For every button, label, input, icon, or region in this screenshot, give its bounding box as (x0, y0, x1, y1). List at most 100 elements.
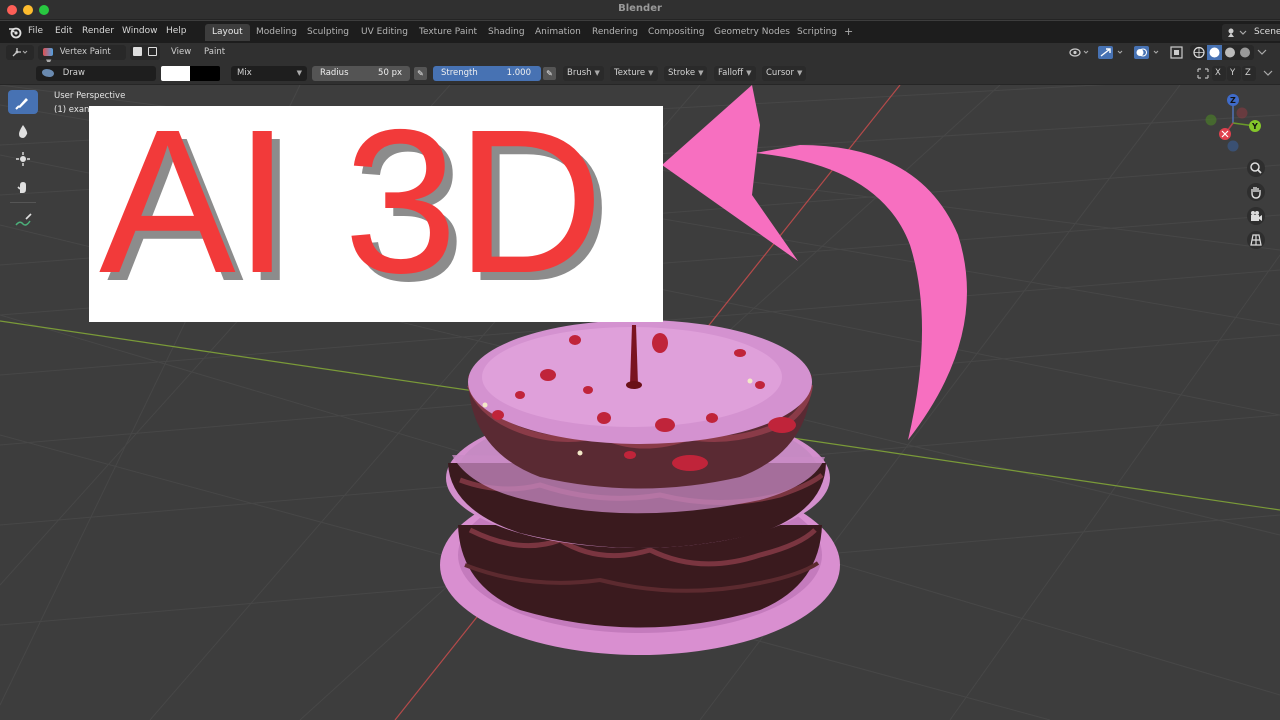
mirror-x-label: X (1215, 68, 1221, 78)
menu-window[interactable]: Window (122, 26, 158, 36)
tab-geometry-nodes[interactable]: Geometry Nodes (707, 24, 797, 41)
cursor-popover[interactable]: Cursor ▼ (762, 66, 807, 81)
average-tool-button[interactable] (8, 147, 38, 171)
mirror-y-label: Y (1230, 68, 1236, 78)
visibility-icon[interactable] (1068, 46, 1094, 59)
mode-label: Vertex Paint (59, 47, 111, 57)
strength-pressure-icon[interactable]: ✎ (543, 67, 556, 80)
chevron-down-icon: ▼ (648, 69, 654, 77)
zoom-icon[interactable] (1246, 158, 1266, 178)
blur-tool-button[interactable] (8, 119, 38, 143)
ai-3d-banner: AI 3D AI 3D (89, 94, 663, 322)
scene-icon (1228, 28, 1247, 37)
menu-help[interactable]: Help (166, 26, 187, 36)
strength-value: 1.000 (506, 68, 531, 78)
mode-dropdown[interactable]: Vertex Paint ▼ (38, 45, 126, 66)
axis-icon (12, 48, 28, 57)
gizmo-z-label: Z (1230, 96, 1236, 105)
brush-selector[interactable]: Draw (36, 66, 156, 81)
mirror-y-toggle[interactable]: Y (1227, 66, 1241, 81)
mirror-x-toggle[interactable]: X (1212, 66, 1226, 81)
drop-icon (19, 125, 28, 138)
cursor-popover-label: Cursor (766, 68, 794, 78)
vertex-mask-icon (147, 47, 157, 56)
scene-name: Scene (1254, 27, 1280, 37)
chevron-down-icon: ▼ (698, 69, 704, 77)
tab-scripting[interactable]: Scripting (790, 24, 844, 41)
gizmo-y-label: Y (1251, 122, 1258, 131)
texture-popover[interactable]: Texture ▼ (610, 66, 658, 81)
falloff-popover[interactable]: Falloff ▼ (714, 66, 756, 81)
top-menu-bar: File Edit Render Window Help Layout Mode… (0, 21, 1280, 43)
primary-color-swatch[interactable] (161, 66, 190, 81)
camera-view-icon[interactable] (1246, 206, 1266, 226)
radius-label: Radius (320, 68, 349, 78)
vertex-paint-mode-icon (43, 47, 53, 56)
menu-view[interactable]: View (171, 47, 191, 57)
menu-paint[interactable]: Paint (204, 47, 225, 57)
draw-tool-button[interactable] (8, 90, 38, 114)
paint-mask-toggle[interactable] (130, 45, 160, 60)
add-workspace-button[interactable]: + (844, 25, 853, 38)
chevron-down-icon: ▼ (796, 69, 803, 77)
smear-tool-button[interactable] (8, 175, 38, 199)
overlays-icon[interactable] (1134, 46, 1164, 59)
pan-hand-icon[interactable] (1246, 182, 1266, 202)
menu-render[interactable]: Render (82, 26, 114, 36)
menu-file[interactable]: File (28, 26, 43, 36)
tab-uv-editing[interactable]: UV Editing (354, 24, 415, 41)
annotate-pen-icon (15, 213, 32, 226)
tool-settings-bar: Draw Mix ▼ Radius 50 px ✎ Strength 1.000… (0, 62, 1280, 85)
navigation-gizmo[interactable]: Z Y (1198, 92, 1270, 156)
mirror-options-icon[interactable] (1262, 68, 1274, 79)
blend-mode-dropdown[interactable]: Mix ▼ (231, 66, 307, 81)
gizmo-neg-x-axis[interactable] (1236, 107, 1248, 119)
mirror-z-toggle[interactable]: Z (1242, 66, 1256, 81)
secondary-color-swatch[interactable] (190, 66, 220, 81)
strength-slider[interactable]: Strength 1.000 (433, 66, 541, 81)
perspective-grid-icon[interactable] (1246, 230, 1266, 250)
viewport-header: Vertex Paint ▼ View Paint (0, 43, 1280, 66)
tab-sculpting[interactable]: Sculpting (300, 24, 356, 41)
blender-logo-icon[interactable] (8, 25, 22, 39)
tab-animation[interactable]: Animation (528, 24, 588, 41)
tab-shading[interactable]: Shading (481, 24, 532, 41)
brush-popover[interactable]: Brush ▼ (563, 66, 604, 81)
menu-edit[interactable]: Edit (55, 26, 72, 36)
brush-name: Draw (62, 68, 85, 78)
chevron-down-icon: ▼ (296, 69, 302, 77)
tab-modeling[interactable]: Modeling (249, 24, 304, 41)
chevron-down-icon: ▼ (594, 69, 600, 77)
texture-popover-label: Texture (614, 68, 646, 78)
brush-icon (42, 68, 54, 77)
tab-compositing[interactable]: Compositing (641, 24, 711, 41)
tab-rendering[interactable]: Rendering (585, 24, 645, 41)
tab-layout[interactable]: Layout (205, 24, 250, 41)
stroke-popover[interactable]: Stroke ▼ (664, 66, 708, 81)
radius-slider[interactable]: Radius 50 px (312, 66, 410, 81)
annotate-tool-button[interactable] (8, 208, 38, 232)
tab-texture-paint[interactable]: Texture Paint (412, 24, 484, 41)
shading-modes-icon[interactable] (1190, 45, 1254, 60)
xray-icon[interactable] (1170, 46, 1184, 59)
gizmo-neg-y-axis[interactable] (1205, 114, 1217, 126)
radius-value: 50 px (378, 68, 402, 78)
window-title: Blender (618, 3, 662, 14)
cake-model[interactable] (440, 320, 840, 655)
radius-pressure-icon[interactable]: ✎ (414, 67, 427, 80)
stroke-popover-label: Stroke (668, 68, 696, 78)
gizmo-toggle-icon[interactable] (1098, 46, 1128, 59)
editor-type-button[interactable] (6, 45, 34, 60)
toolbar-divider (10, 202, 36, 203)
brush-icon (15, 98, 28, 110)
gizmo-neg-z-axis[interactable] (1227, 140, 1239, 152)
shading-options-chevron-icon[interactable] (1257, 48, 1267, 56)
title-bar: Blender (0, 0, 1280, 20)
mirror-z-label: Z (1245, 68, 1251, 78)
symmetry-icon[interactable] (1196, 67, 1210, 80)
hand-smear-icon (17, 182, 26, 193)
blender-window: Blender File Edit Render Window Help Lay… (0, 0, 1280, 720)
sparkle-icon (16, 152, 30, 166)
falloff-popover-label: Falloff (718, 68, 744, 78)
blend-mode-label: Mix (237, 68, 252, 78)
